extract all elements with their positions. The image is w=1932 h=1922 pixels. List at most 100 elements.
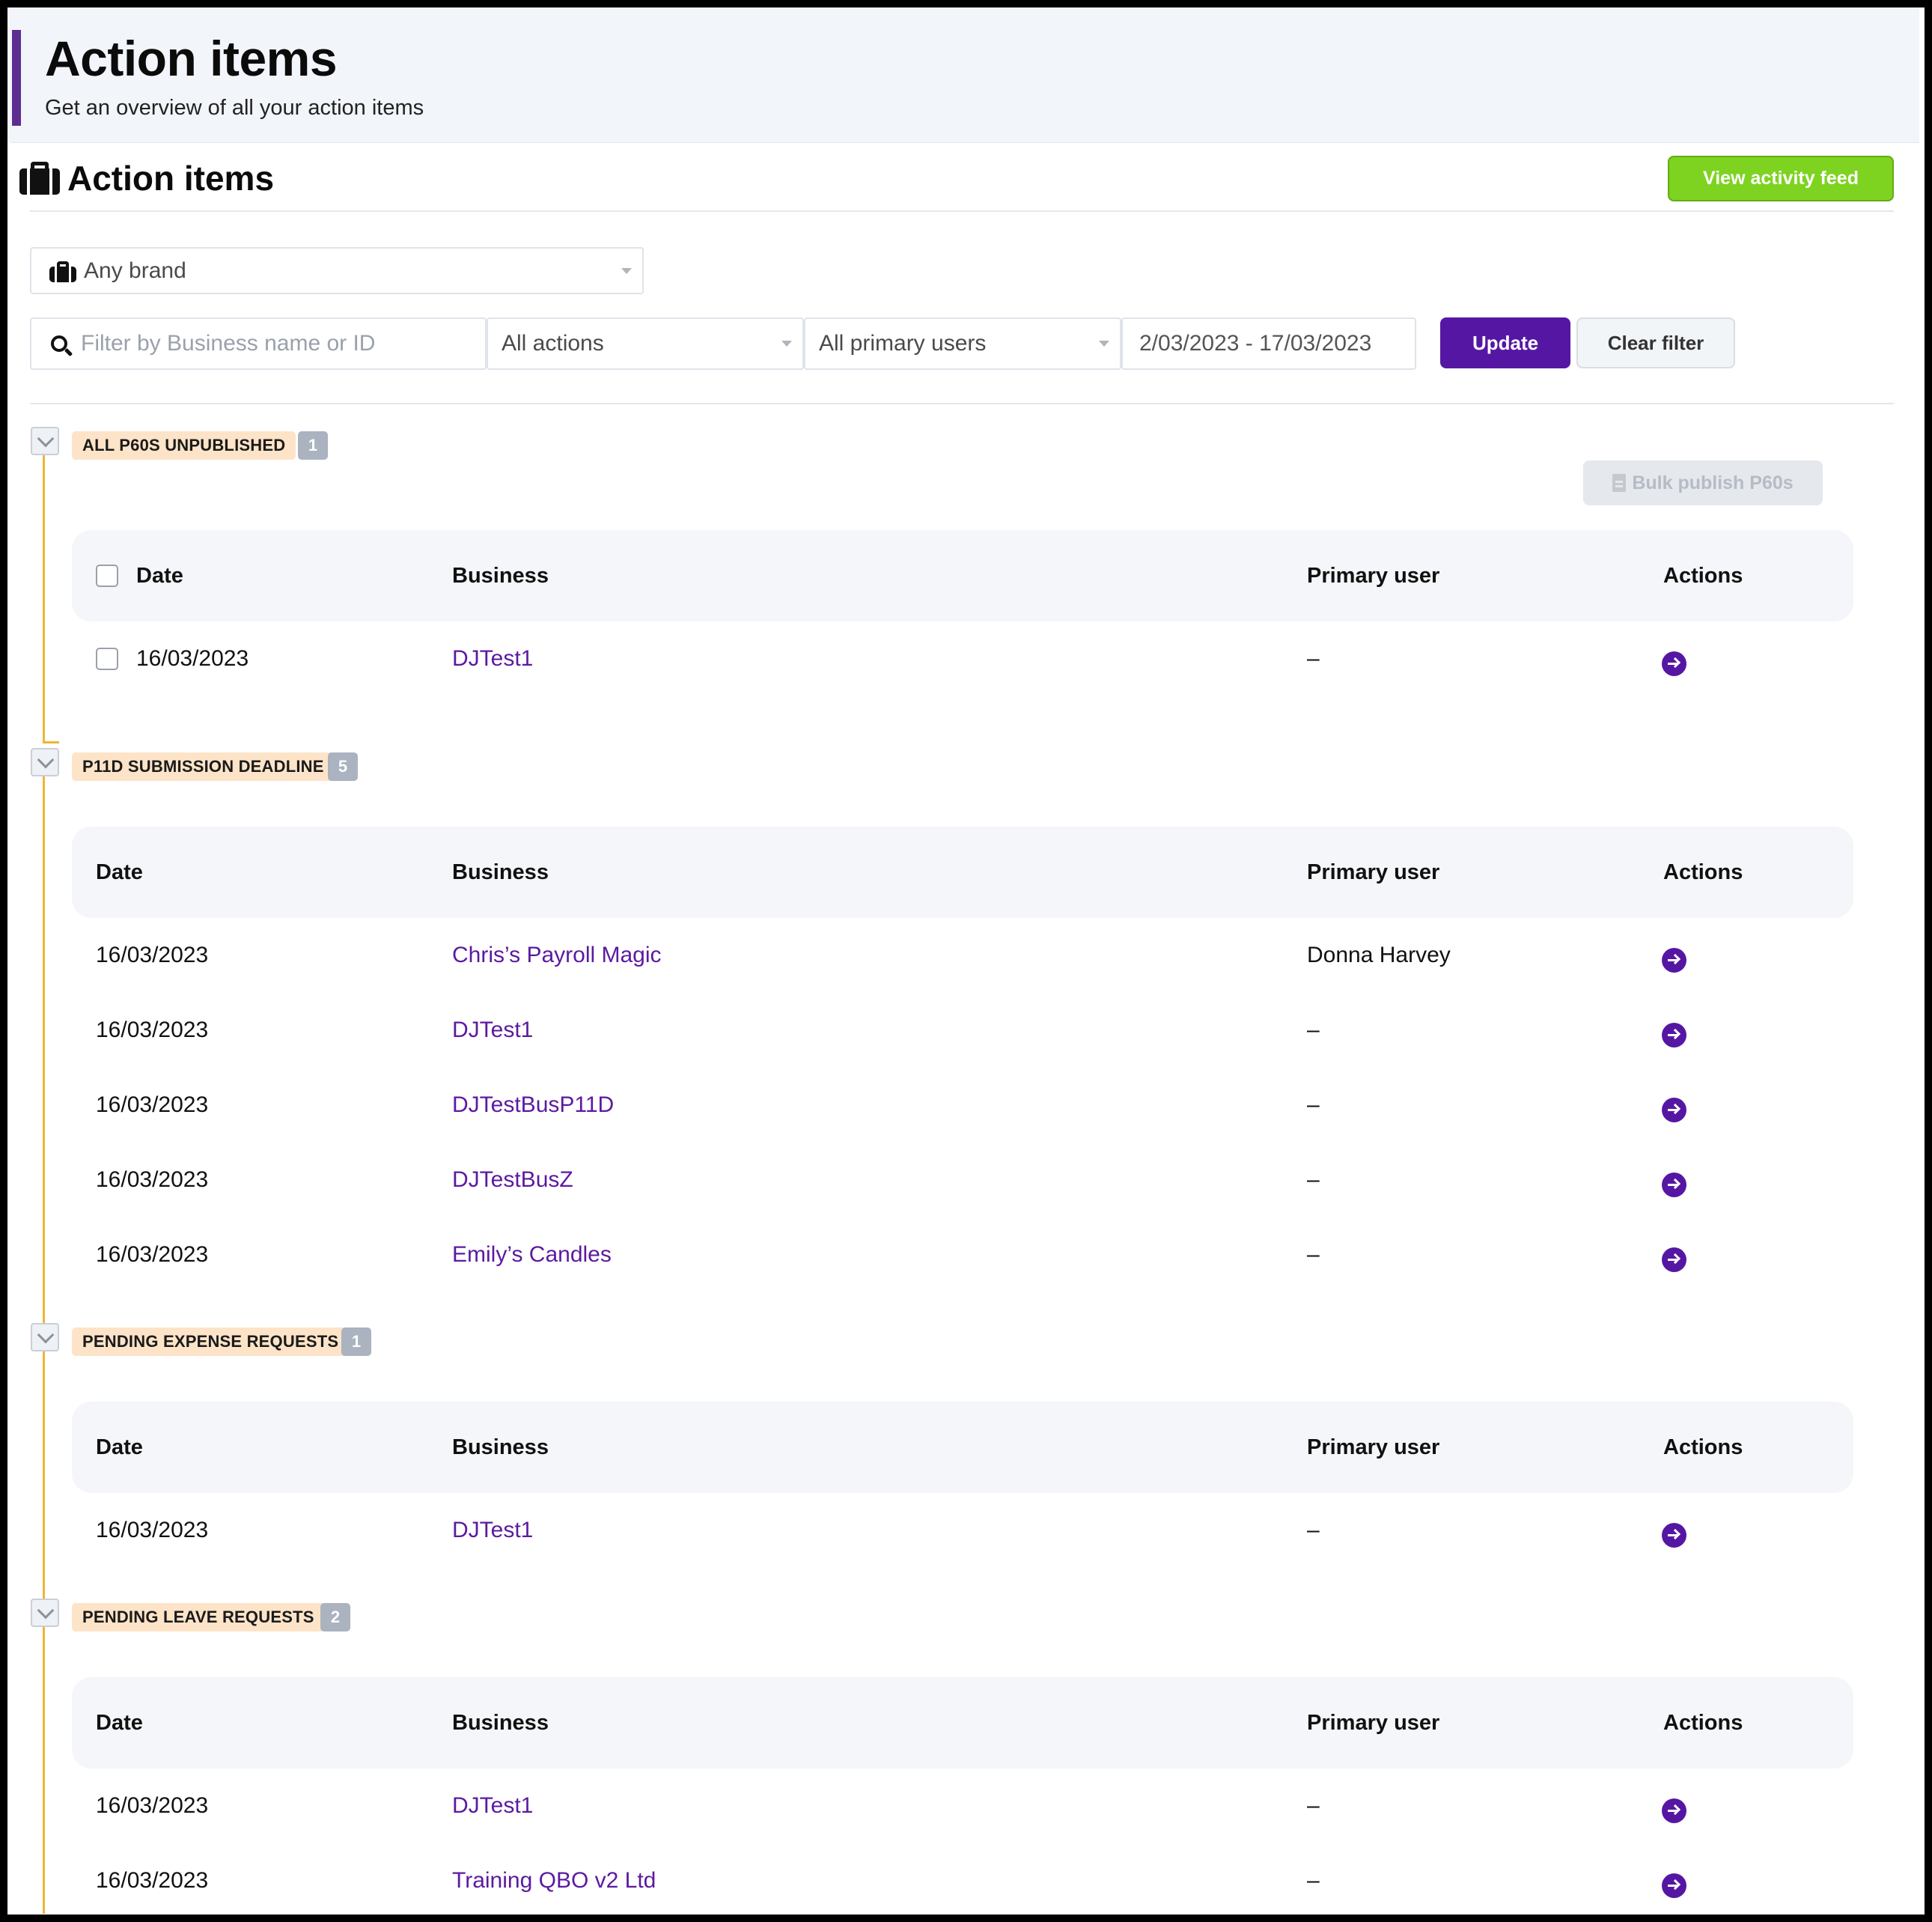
table-row: 16/03/2023 DJTest1 – [72, 1769, 1853, 1843]
business-link[interactable]: Training QBO v2 Ltd [452, 1843, 656, 1918]
arrow-right-icon[interactable] [1662, 1023, 1686, 1047]
row-date: 16/03/2023 [96, 1217, 208, 1292]
business-link[interactable]: DJTest1 [452, 993, 533, 1068]
business-link[interactable]: DJTest1 [452, 1493, 533, 1568]
arrow-right-icon[interactable] [1662, 1247, 1686, 1272]
business-link[interactable]: DJTest1 [452, 1769, 533, 1843]
divider [30, 403, 1894, 404]
group-count-badge: 5 [328, 752, 358, 781]
select-all-checkbox[interactable] [96, 565, 118, 587]
row-primary-user: – [1307, 1518, 1320, 1542]
table-header: Date Business Primary user Actions [72, 827, 1853, 918]
row-date-text: 16/03/2023 [96, 1018, 209, 1042]
column-header-business: Business [452, 530, 549, 621]
group-count-badge: 1 [298, 431, 328, 460]
arrow-right-icon[interactable] [1662, 1798, 1686, 1823]
business-link[interactable]: Emily’s Candles [452, 1217, 612, 1292]
chevron-down-icon [1099, 341, 1109, 347]
row-date-text: 16/03/2023 [96, 1868, 209, 1893]
column-header-label: Actions [1663, 860, 1743, 884]
table-header: Date Business Primary user Actions [72, 1677, 1853, 1769]
actions-select[interactable]: All actions [487, 317, 804, 370]
row-primary-user: – [1307, 1242, 1320, 1267]
collapse-toggle[interactable] [31, 748, 59, 776]
clear-filter-button[interactable]: Clear filter [1576, 317, 1735, 368]
business-link[interactable]: DJTestBusP11D [452, 1068, 614, 1143]
view-activity-feed-button[interactable]: View activity feed [1668, 156, 1894, 201]
column-header-label: Business [452, 1435, 549, 1459]
column-header-label: Primary user [1307, 563, 1440, 588]
collapse-toggle[interactable] [31, 1323, 59, 1351]
search-input[interactable]: Filter by Business name or ID [30, 317, 487, 370]
group-timeline [43, 1627, 45, 1914]
chevron-down-icon [781, 341, 792, 347]
brand-select[interactable]: Any brand [30, 247, 644, 294]
business-link[interactable]: Chris’s Payroll Magic [452, 918, 662, 993]
table-row: 16/03/2023 DJTest1 – [72, 1493, 1853, 1568]
page-header: Action items Get an overview of all your… [7, 7, 1919, 142]
group-count-badge: 1 [341, 1328, 371, 1356]
collapse-toggle[interactable] [31, 427, 59, 455]
briefcase-icon [49, 261, 76, 282]
column-header-label: Business [452, 1710, 549, 1735]
column-header-actions: Actions [1663, 1402, 1743, 1493]
row-date-text: 16/03/2023 [96, 1518, 209, 1542]
group-timeline [43, 455, 45, 741]
arrow-right-icon[interactable] [1662, 948, 1686, 973]
table-header: Date Business Primary user Actions [72, 530, 1853, 621]
table-row: 16/03/2023 DJTest1 – [72, 993, 1853, 1068]
table-row: 16/03/2023 DJTestBusP11D – [72, 1068, 1853, 1143]
row-date: 16/03/2023 [96, 1493, 208, 1568]
arrow-right-icon[interactable] [1662, 1523, 1686, 1548]
business-link[interactable]: DJTest1 [452, 621, 533, 696]
business-link[interactable]: DJTestBusZ [452, 1143, 573, 1217]
column-header-label: Business [452, 563, 549, 588]
brand-select-value: Any brand [84, 258, 186, 283]
row-date-text: 16/03/2023 [136, 646, 249, 671]
primary-users-select-value: All primary users [819, 331, 987, 356]
row-primary-user: – [1307, 1868, 1320, 1893]
row-date: 16/03/2023 [96, 1843, 208, 1918]
row-date-text: 16/03/2023 [96, 1793, 209, 1818]
row-primary-user: – [1307, 1167, 1320, 1192]
update-button[interactable]: Update [1440, 317, 1570, 368]
date-range-input[interactable]: 2/03/2023 - 17/03/2023 [1121, 317, 1416, 370]
row-date: 16/03/2023 [96, 1068, 208, 1143]
arrow-right-icon[interactable] [1662, 1873, 1686, 1898]
group-tag: P11D SUBMISSION DEADLINE [72, 752, 335, 781]
row-checkbox[interactable] [96, 648, 118, 670]
row-date: 16/03/2023 [96, 1769, 208, 1843]
column-header-primary-user: Primary user [1307, 1402, 1439, 1493]
arrow-right-icon[interactable] [1662, 1173, 1686, 1197]
column-header-label: Date [96, 860, 143, 884]
row-date-text: 16/03/2023 [96, 1242, 209, 1267]
table-row: 16/03/2023 Chris’s Payroll Magic Donna Har… [72, 918, 1853, 993]
row-date: 16/03/2023 [96, 1143, 208, 1217]
row-date-text: 16/03/2023 [96, 1092, 209, 1117]
column-header-business: Business [452, 827, 549, 918]
column-header-actions: Actions [1663, 827, 1743, 918]
row-primary-user: – [1307, 1092, 1320, 1117]
page-subtitle: Get an overview of all your action items [45, 96, 424, 120]
group-tag: PENDING EXPENSE REQUESTS [72, 1328, 350, 1356]
column-header-label: Actions [1663, 1435, 1743, 1459]
table-row: 16/03/2023 DJTestBusZ – [72, 1143, 1853, 1217]
bulk-publish-label: Bulk publish P60s [1632, 472, 1794, 493]
group-timeline [43, 776, 45, 1337]
arrow-right-icon[interactable] [1662, 1098, 1686, 1122]
row-primary-user: Donna Harvey [1307, 943, 1451, 967]
column-header-primary-user: Primary user [1307, 530, 1439, 621]
arrow-right-icon[interactable] [1662, 651, 1686, 676]
primary-users-select[interactable]: All primary users [804, 317, 1121, 370]
column-header-label: Date [96, 1710, 143, 1735]
row-date: 16/03/2023 [96, 993, 208, 1068]
page-title: Action items [45, 31, 338, 86]
row-date-text: 16/03/2023 [96, 943, 209, 967]
column-header-date: Date [96, 827, 143, 918]
column-header-business: Business [452, 1677, 549, 1769]
column-header-label: Date [136, 563, 183, 588]
bulk-publish-p60s-button[interactable]: Bulk publish P60s [1583, 460, 1823, 505]
collapse-toggle[interactable] [31, 1599, 59, 1627]
table-row: 16/03/2023 Training QBO v2 Ltd – [72, 1843, 1853, 1918]
document-icon [1612, 474, 1627, 492]
